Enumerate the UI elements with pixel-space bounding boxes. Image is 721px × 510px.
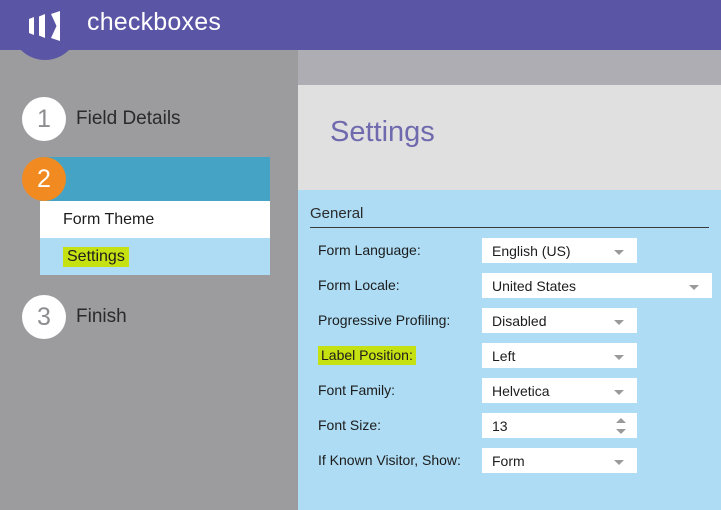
sidebar-subitem-label: Form Theme	[63, 211, 155, 228]
marketo-logo-icon	[29, 11, 60, 41]
dropdown-progressive-profiling[interactable]: Disabled	[482, 308, 637, 333]
field-label-if-known-visitor-show: If Known Visitor, Show:	[318, 452, 461, 468]
text-highlight: Settings	[63, 247, 129, 267]
wizard-step-finish[interactable]: 3 Finish	[0, 295, 298, 341]
field-label-label-position: Label Position:	[318, 343, 416, 368]
form-row-if-known-visitor-show: If Known Visitor, Show: Form	[298, 448, 721, 473]
wizard-step-label: Finish	[76, 306, 127, 327]
wizard-step-number-badge: 1	[22, 97, 66, 141]
chevron-down-icon[interactable]	[614, 460, 624, 465]
control-value: Form	[492, 453, 525, 469]
field-label-form-language: Form Language:	[318, 242, 421, 258]
form-row-font-family: Font Family: Helvetica	[298, 378, 721, 403]
number-stepper-font-size[interactable]: 13	[482, 413, 637, 438]
wizard-step-active-bar	[40, 157, 270, 201]
section-heading-general: General	[310, 205, 709, 228]
spinner-arrows[interactable]	[616, 418, 626, 435]
panel-header: Settings	[298, 85, 721, 190]
wizard-step-field-details[interactable]: 1 Field Details	[0, 97, 298, 143]
wizard-step-number-badge: 3	[22, 295, 66, 339]
control-value: 13	[492, 418, 508, 434]
chevron-down-icon[interactable]	[614, 320, 624, 325]
sidebar-subitem-settings[interactable]: Settings	[40, 238, 270, 275]
spinner-up-icon[interactable]	[616, 418, 626, 423]
field-label-font-family: Font Family:	[318, 382, 396, 398]
text-highlight: Label Position:	[318, 346, 416, 365]
dropdown-label-position[interactable]: Left	[482, 343, 637, 368]
dropdown-font-family[interactable]: Helvetica	[482, 378, 637, 403]
top-header-bar: checkboxes	[0, 0, 721, 50]
dropdown-form-language[interactable]: English (US)	[482, 238, 637, 263]
wizard-step-number-badge: 2	[22, 157, 66, 201]
form-row-form-language: Form Language: English (US)	[298, 238, 721, 263]
wizard-step-form-settings[interactable]: 2Form Settings	[0, 157, 298, 203]
sidebar-subitem-form-theme[interactable]: Form Theme	[40, 201, 270, 238]
form-row-form-locale: Form Locale: United States	[298, 273, 721, 298]
field-label-progressive-profiling: Progressive Profiling:	[318, 312, 451, 328]
main-content-panel: Settings General Form Language: English (…	[298, 50, 721, 510]
wizard-sidebar: 1 Field Details 2Form Settings 3 Finish Form …	[0, 50, 298, 510]
chevron-down-icon[interactable]	[689, 285, 699, 290]
dropdown-form-locale[interactable]: United States	[482, 273, 712, 298]
page-title: checkboxes	[87, 8, 222, 36]
control-value: Helvetica	[492, 383, 550, 399]
application-window: checkboxes Settings General Form Languag…	[0, 0, 721, 510]
field-label-font-size: Font Size:	[318, 417, 382, 433]
dropdown-if-known-visitor-show[interactable]: Form	[482, 448, 637, 473]
control-value: United States	[492, 278, 577, 294]
chevron-down-icon[interactable]	[614, 355, 624, 360]
settings-form-body: General Form Language: English (US) Form L…	[298, 190, 721, 510]
wizard-step-label: Field Details	[76, 108, 181, 129]
sidebar-subitem-label: Settings	[63, 238, 129, 275]
form-row-font-size: Font Size: 13	[298, 413, 721, 438]
form-row-progressive-profiling: Progressive Profiling: Disabled	[298, 308, 721, 333]
control-value: Left	[492, 348, 516, 364]
chevron-down-icon[interactable]	[614, 250, 624, 255]
panel-title: Settings	[330, 116, 435, 148]
spinner-down-icon[interactable]	[616, 429, 626, 434]
chevron-down-icon[interactable]	[614, 390, 624, 395]
form-row-label-position: Label Position: Left	[298, 343, 721, 368]
control-value: Disabled	[492, 313, 547, 329]
control-value: English (US)	[492, 243, 571, 259]
field-label-form-locale: Form Locale:	[318, 277, 400, 293]
